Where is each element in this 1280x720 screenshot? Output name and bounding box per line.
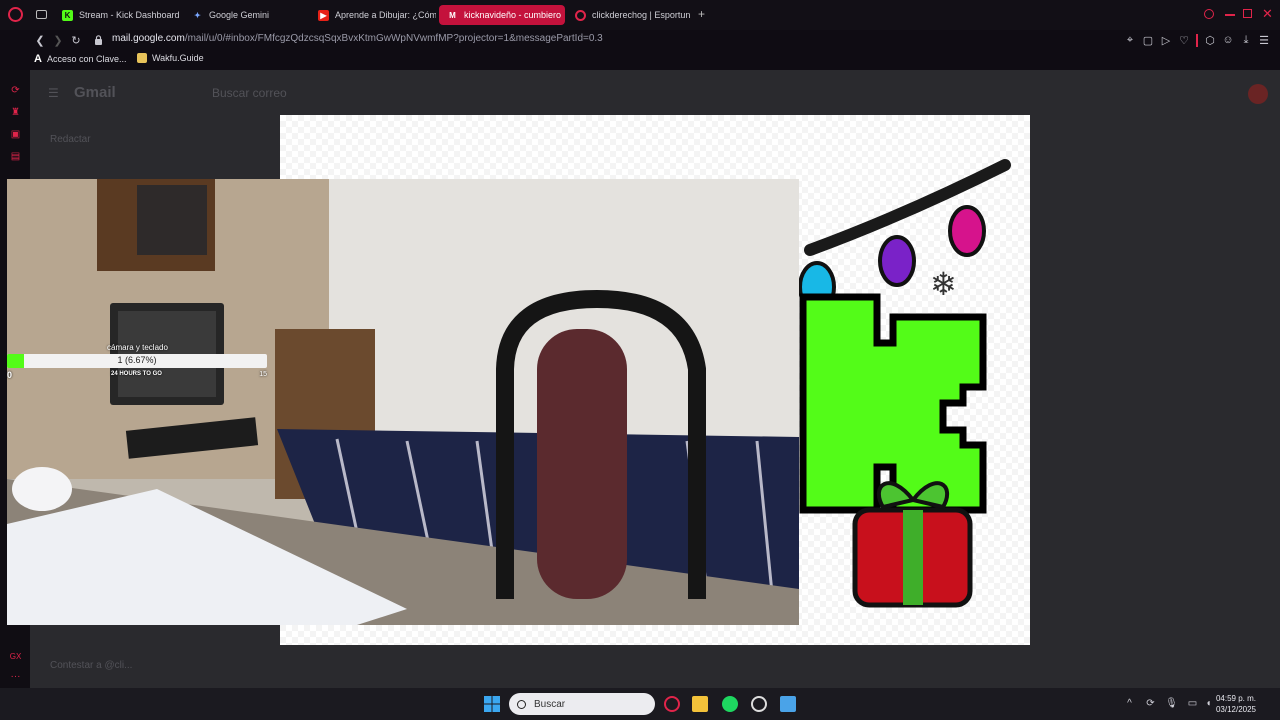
- tab-kick-dashboard[interactable]: K Stream - Kick Dashboard: [54, 5, 180, 25]
- youtube-icon: ▶: [318, 9, 329, 21]
- tab-label: kicknavideño - cumbiero: [464, 10, 562, 20]
- ai-icon[interactable]: [9, 154, 22, 167]
- separator: [1196, 34, 1198, 47]
- gx-logo-icon[interactable]: GX: [9, 650, 22, 663]
- reply-field: Contestar a @cli...: [50, 660, 133, 671]
- clock-date: 03/12/2025: [1215, 705, 1256, 714]
- taskbar-search[interactable]: Buscar: [509, 693, 655, 715]
- tab-label: Google Gemini: [209, 10, 270, 20]
- gemini-icon: ✦: [194, 10, 201, 20]
- tray-overflow-icon[interactable]: ^: [1124, 698, 1135, 709]
- url-host: mail.google.com: [112, 33, 185, 44]
- cabinet-window: [137, 185, 207, 255]
- goal-progress-text: 1 (6.67%): [117, 355, 157, 365]
- pin-icon[interactable]: ⌖: [1124, 34, 1136, 46]
- gmail-icon: M: [449, 10, 456, 20]
- taskbar-search-label: Buscar: [534, 698, 566, 710]
- compose-button: Redactar: [50, 134, 91, 145]
- url-path: /mail/u/0/#inbox/FMfcgzQdzcsqSqxBvxKtmGw…: [184, 33, 603, 44]
- tab-google-gemini[interactable]: ✦ Google Gemini: [184, 5, 310, 25]
- opera-gx-icon: [575, 9, 586, 21]
- tab-label: Stream - Kick Dashboard: [79, 10, 180, 20]
- clock[interactable]: 04:59 p. m. 03/12/2025: [1216, 693, 1256, 715]
- download-icon[interactable]: ⤓: [1240, 34, 1252, 46]
- opera-gx-taskbar-icon[interactable]: [664, 696, 680, 712]
- tab-label: Aprende a Dibujar: ¿Cóm: [335, 10, 436, 20]
- extensions-icon[interactable]: ⬡: [1204, 34, 1216, 47]
- goal-min: 0: [7, 370, 13, 380]
- goal-title: cámara y teclado: [107, 343, 168, 352]
- lock-icon: [92, 34, 104, 46]
- windows-start-icon[interactable]: [484, 696, 500, 712]
- account-icon[interactable]: ☺: [1222, 34, 1234, 46]
- tab-clickderechog[interactable]: clickderechog | Esportun: [567, 5, 693, 25]
- mouse: [12, 467, 72, 511]
- minimize-icon[interactable]: [1225, 14, 1235, 16]
- kick-icon: K: [62, 9, 73, 21]
- twitch-icon[interactable]: ▣: [9, 128, 22, 141]
- snapshot-icon[interactable]: ▢: [1142, 34, 1154, 47]
- tab-aprende-a-dibujar[interactable]: ▶ Aprende a Dibujar: ¿Cóm: [310, 5, 436, 25]
- tab-overview-icon[interactable]: [36, 10, 47, 19]
- gmail-search: Buscar correo: [212, 86, 287, 100]
- search-icon[interactable]: [1204, 9, 1214, 19]
- file-explorer-icon[interactable]: [692, 696, 708, 712]
- bulb-purple: [878, 235, 916, 287]
- bookmark-label: Wakfu.Guide: [152, 53, 204, 63]
- menu-icon[interactable]: ☰: [1258, 34, 1270, 47]
- opera-gx-menu-icon[interactable]: [8, 7, 23, 22]
- close-icon[interactable]: ✕: [1262, 6, 1273, 22]
- gmail-logo: Gmail: [74, 84, 116, 101]
- stream-goal-widget: cámara y teclado 1 (6.67%) 0 24 HOURS TO…: [7, 343, 267, 383]
- play-icon[interactable]: ▷: [1160, 34, 1172, 47]
- sync-icon[interactable]: ⟳: [1145, 698, 1156, 709]
- bookmark-label: Acceso con Clave...: [46, 54, 127, 64]
- windows-taskbar: Buscar ^ ⟳ 🎙 ▭ ◖ 04:59 p. m. 03/12/2025: [0, 688, 1280, 720]
- restore-icon[interactable]: [1243, 9, 1252, 18]
- goal-max: 15: [259, 371, 267, 378]
- chair-pad: [537, 329, 627, 599]
- goal-time-left: 24 HOURS TO GO: [111, 371, 162, 377]
- spotify-icon[interactable]: [722, 696, 738, 712]
- network-icon[interactable]: ▭: [1187, 698, 1198, 709]
- bookmark-acceso-con-clave[interactable]: A Acceso con Clave...: [34, 53, 127, 65]
- gx-corner-icon[interactable]: ♜: [9, 106, 22, 119]
- tab-label: clickderechog | Esportun: [592, 10, 691, 20]
- obs-icon[interactable]: [751, 696, 767, 712]
- gmail-avatar: [1248, 84, 1268, 104]
- back-icon[interactable]: ❮: [34, 34, 46, 47]
- paint-icon[interactable]: [780, 696, 796, 712]
- bookmark-a-icon: A: [34, 53, 42, 65]
- new-tab-icon[interactable]: +: [695, 8, 708, 21]
- mic-icon[interactable]: 🎙: [1165, 698, 1178, 709]
- hamburger-icon: ☰: [48, 86, 59, 100]
- reload-icon[interactable]: ↻: [70, 34, 82, 47]
- bookmark-wakfu-guide[interactable]: Wakfu.Guide: [137, 53, 204, 63]
- tab-kicknavideno[interactable]: M kicknavideño - cumbiero: [439, 5, 565, 25]
- search-icon: [517, 699, 526, 709]
- gift-ribbon-v: [903, 510, 923, 605]
- volume-icon[interactable]: ◖: [1203, 698, 1214, 709]
- webcam-feed: [7, 179, 799, 625]
- gx-control-icon[interactable]: ⟳: [9, 84, 22, 97]
- address-bar: ❮ ❯ ↻ mail.google.com/mail/u/0/#inbox/FM…: [0, 30, 1280, 50]
- kick-k-shape: [799, 293, 987, 514]
- url-field[interactable]: mail.google.com/mail/u/0/#inbox/FMfcgzQd…: [112, 33, 603, 44]
- wakfu-icon: [137, 53, 147, 63]
- more-icon[interactable]: ···: [9, 670, 22, 683]
- forward-icon[interactable]: ❯: [52, 34, 64, 47]
- goal-progress-bar: 1 (6.67%): [7, 354, 267, 368]
- bulb-magenta: [948, 205, 986, 257]
- snowflake-icon: ❄: [930, 266, 957, 302]
- tab-bar: K Stream - Kick Dashboard ✦ Google Gemin…: [0, 0, 1280, 30]
- kick-christmas-logo: ❄: [798, 159, 1011, 608]
- bookmarks-bar: A Acceso con Clave... Wakfu.Guide: [0, 50, 1280, 70]
- clock-time: 04:59 p. m.: [1215, 694, 1256, 703]
- heart-icon[interactable]: ♡: [1178, 34, 1190, 47]
